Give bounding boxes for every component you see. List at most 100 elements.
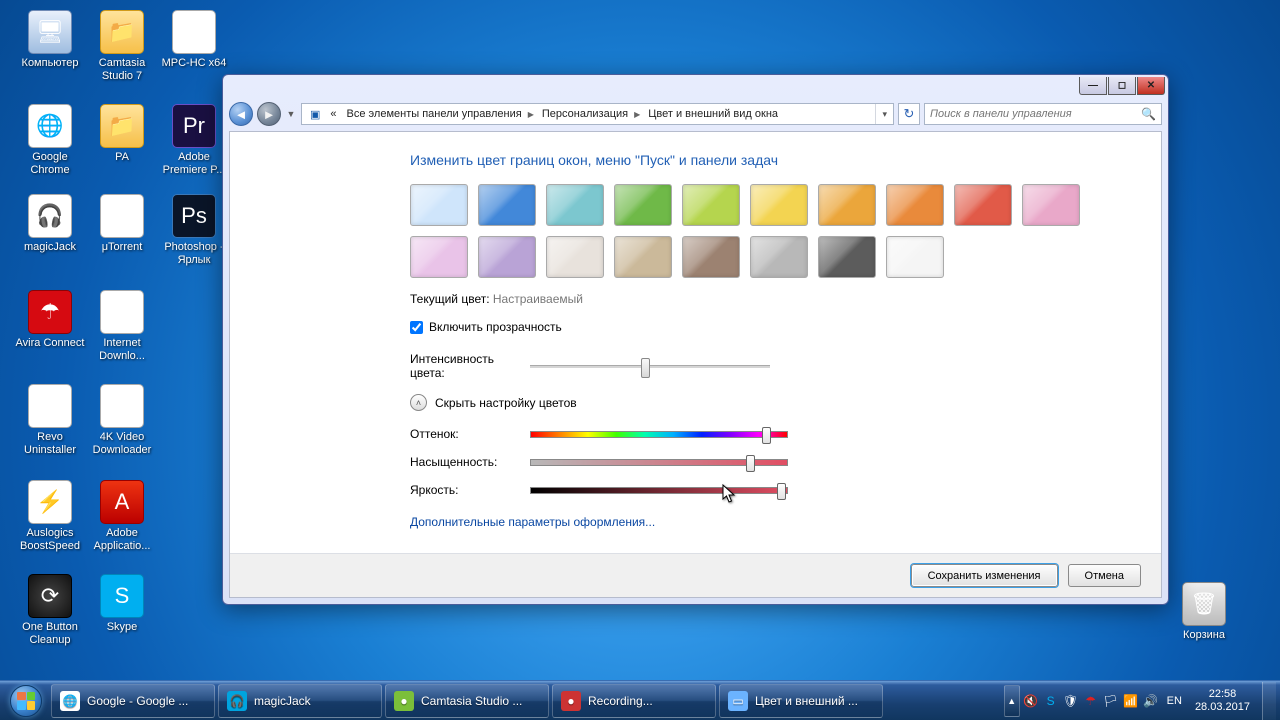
show-desktop-button[interactable] xyxy=(1262,682,1276,720)
breadcrumb[interactable]: ▣ « Все элементы панели управления ▶ Пер… xyxy=(301,103,894,125)
save-button[interactable]: Сохранить изменения xyxy=(911,564,1058,587)
clock-time: 22:58 xyxy=(1195,688,1250,701)
advanced-appearance-link[interactable]: Дополнительные параметры оформления... xyxy=(410,515,655,529)
language-indicator[interactable]: EN xyxy=(1162,695,1187,707)
desktop-icon[interactable]: 🖥Компьютер xyxy=(14,10,86,70)
nav-history-dropdown[interactable]: ▼ xyxy=(285,104,297,124)
desktop-icon[interactable]: PrAdobe Premiere P... xyxy=(158,104,230,177)
current-color-row: Текущий цвет: Настраиваемый xyxy=(410,292,1129,306)
taskbar-item[interactable]: 🌐Google - Google ... xyxy=(51,684,215,718)
brightness-slider[interactable] xyxy=(530,487,788,494)
desktop-icon[interactable]: ☂Avira Connect xyxy=(14,290,86,350)
desktop-icon[interactable]: SSkype xyxy=(86,574,158,634)
desktop-icon[interactable]: ⟳One Button Cleanup xyxy=(14,574,86,647)
desktop-icon[interactable]: ▶4K Video Downloader xyxy=(86,384,158,457)
system-tray: ▲ 🔇 S 🛡 ☂ 🏳 📶 🔊 EN 22:58 28.03.2017 xyxy=(1004,682,1276,720)
color-swatch[interactable] xyxy=(546,184,604,226)
app-icon: A xyxy=(100,480,144,524)
start-button[interactable] xyxy=(4,683,48,719)
tray-icon[interactable]: 🛡 xyxy=(1062,692,1080,710)
refresh-button[interactable]: ↻ xyxy=(898,103,920,125)
desktop-icon[interactable]: 🌐Google Chrome xyxy=(14,104,86,177)
clock[interactable]: 22:58 28.03.2017 xyxy=(1189,688,1256,714)
tray-icon[interactable]: S xyxy=(1042,692,1060,710)
transparency-checkbox[interactable] xyxy=(410,321,423,334)
taskbar-item[interactable]: ▭Цвет и внешний ... xyxy=(719,684,883,718)
color-swatch[interactable] xyxy=(886,236,944,278)
app-icon: 🎧 xyxy=(227,691,247,711)
color-swatch[interactable] xyxy=(410,236,468,278)
cancel-button[interactable]: Отмена xyxy=(1068,564,1141,587)
close-button[interactable]: ✕ xyxy=(1137,77,1165,95)
maximize-button[interactable]: ◻ xyxy=(1108,77,1136,95)
color-swatch[interactable] xyxy=(1022,184,1080,226)
saturation-slider[interactable] xyxy=(530,459,788,466)
desktop-icon[interactable]: 🎞MPC-HC x64 xyxy=(158,10,230,70)
color-swatch[interactable] xyxy=(478,236,536,278)
intensity-slider[interactable] xyxy=(530,365,770,369)
hue-thumb[interactable] xyxy=(762,427,771,444)
desktop-icon[interactable]: A Adobe Applicatio... xyxy=(86,480,158,553)
desktop-icon[interactable]: PsPhotoshop - Ярлык xyxy=(158,194,230,267)
color-swatch[interactable] xyxy=(682,184,740,226)
color-swatch[interactable] xyxy=(546,236,604,278)
saturation-thumb[interactable] xyxy=(746,455,755,472)
taskbar-item[interactable]: 🎧magicJack xyxy=(218,684,382,718)
color-swatch[interactable] xyxy=(886,184,944,226)
color-swatch[interactable] xyxy=(818,184,876,226)
app-icon: 📁 xyxy=(100,104,144,148)
desktop-icon[interactable]: 🗑Корзина xyxy=(1168,582,1240,642)
brightness-label: Яркость: xyxy=(410,483,530,497)
tray-icon[interactable]: 🏳 xyxy=(1102,692,1120,710)
current-color-value: Настраиваемый xyxy=(493,292,583,306)
transparency-row[interactable]: Включить прозрачность xyxy=(410,320,1129,334)
icon-label: magicJack xyxy=(14,241,86,254)
breadcrumb-seg[interactable]: Все элементы панели управления xyxy=(341,108,526,120)
breadcrumb-seg[interactable]: Персонализация xyxy=(536,108,632,120)
color-swatch[interactable] xyxy=(818,236,876,278)
app-icon: ⟳ xyxy=(28,574,72,618)
minimize-button[interactable]: — xyxy=(1079,77,1107,95)
nav-forward-button[interactable]: ► xyxy=(257,102,281,126)
color-swatch[interactable] xyxy=(682,236,740,278)
color-swatch[interactable] xyxy=(410,184,468,226)
color-swatch[interactable] xyxy=(614,236,672,278)
app-icon: 🖥 xyxy=(28,10,72,54)
desktop-icon[interactable]: 📁PA xyxy=(86,104,158,164)
desktop-icon[interactable]: 🗑Revo Uninstaller xyxy=(14,384,86,457)
taskbar-item[interactable]: ●Recording... xyxy=(552,684,716,718)
color-swatch[interactable] xyxy=(750,236,808,278)
desktop-icon[interactable]: 🎧magicJack xyxy=(14,194,86,254)
brightness-row: Яркость: xyxy=(410,483,1129,497)
breadcrumb-dropdown[interactable]: ▾ xyxy=(875,104,893,124)
icon-label: Adobe Applicatio... xyxy=(86,527,158,553)
app-icon: ⚡ xyxy=(28,480,72,524)
color-swatch[interactable] xyxy=(478,184,536,226)
taskbar-item-label: Camtasia Studio ... xyxy=(421,694,522,708)
hue-slider[interactable] xyxy=(530,431,788,438)
color-swatch[interactable] xyxy=(954,184,1012,226)
search-box[interactable]: 🔍 xyxy=(924,103,1162,125)
tray-icon[interactable]: ☂ xyxy=(1082,692,1100,710)
desktop-icon[interactable]: 📁Camtasia Studio 7 xyxy=(86,10,158,83)
color-swatch[interactable] xyxy=(614,184,672,226)
breadcrumb-seg[interactable]: Цвет и внешний вид окна xyxy=(642,108,782,120)
desktop-icon[interactable]: ⚡Auslogics BoostSpeed xyxy=(14,480,86,553)
nav-back-button[interactable]: ◄ xyxy=(229,102,253,126)
clock-date: 28.03.2017 xyxy=(1195,701,1250,714)
search-input[interactable] xyxy=(930,108,1141,120)
app-icon: ⬇ xyxy=(100,290,144,334)
desktop-icon[interactable]: ⬇Internet Downlo... xyxy=(86,290,158,363)
tray-overflow-button[interactable]: ▲ xyxy=(1004,685,1020,717)
brightness-thumb[interactable] xyxy=(777,483,786,500)
tray-icon[interactable]: 🔇 xyxy=(1022,692,1040,710)
app-icon: Pr xyxy=(172,104,216,148)
tray-network-icon[interactable]: 📶 xyxy=(1122,692,1140,710)
desktop-icon[interactable]: μμTorrent xyxy=(86,194,158,254)
color-swatch[interactable] xyxy=(750,184,808,226)
taskbar-item[interactable]: ● Camtasia Studio ... xyxy=(385,684,549,718)
app-icon: ● xyxy=(394,691,414,711)
tray-volume-icon[interactable]: 🔊 xyxy=(1142,692,1160,710)
intensity-thumb[interactable] xyxy=(641,358,650,378)
collapse-color-mixer[interactable]: ˄ Скрыть настройку цветов xyxy=(410,394,1129,411)
